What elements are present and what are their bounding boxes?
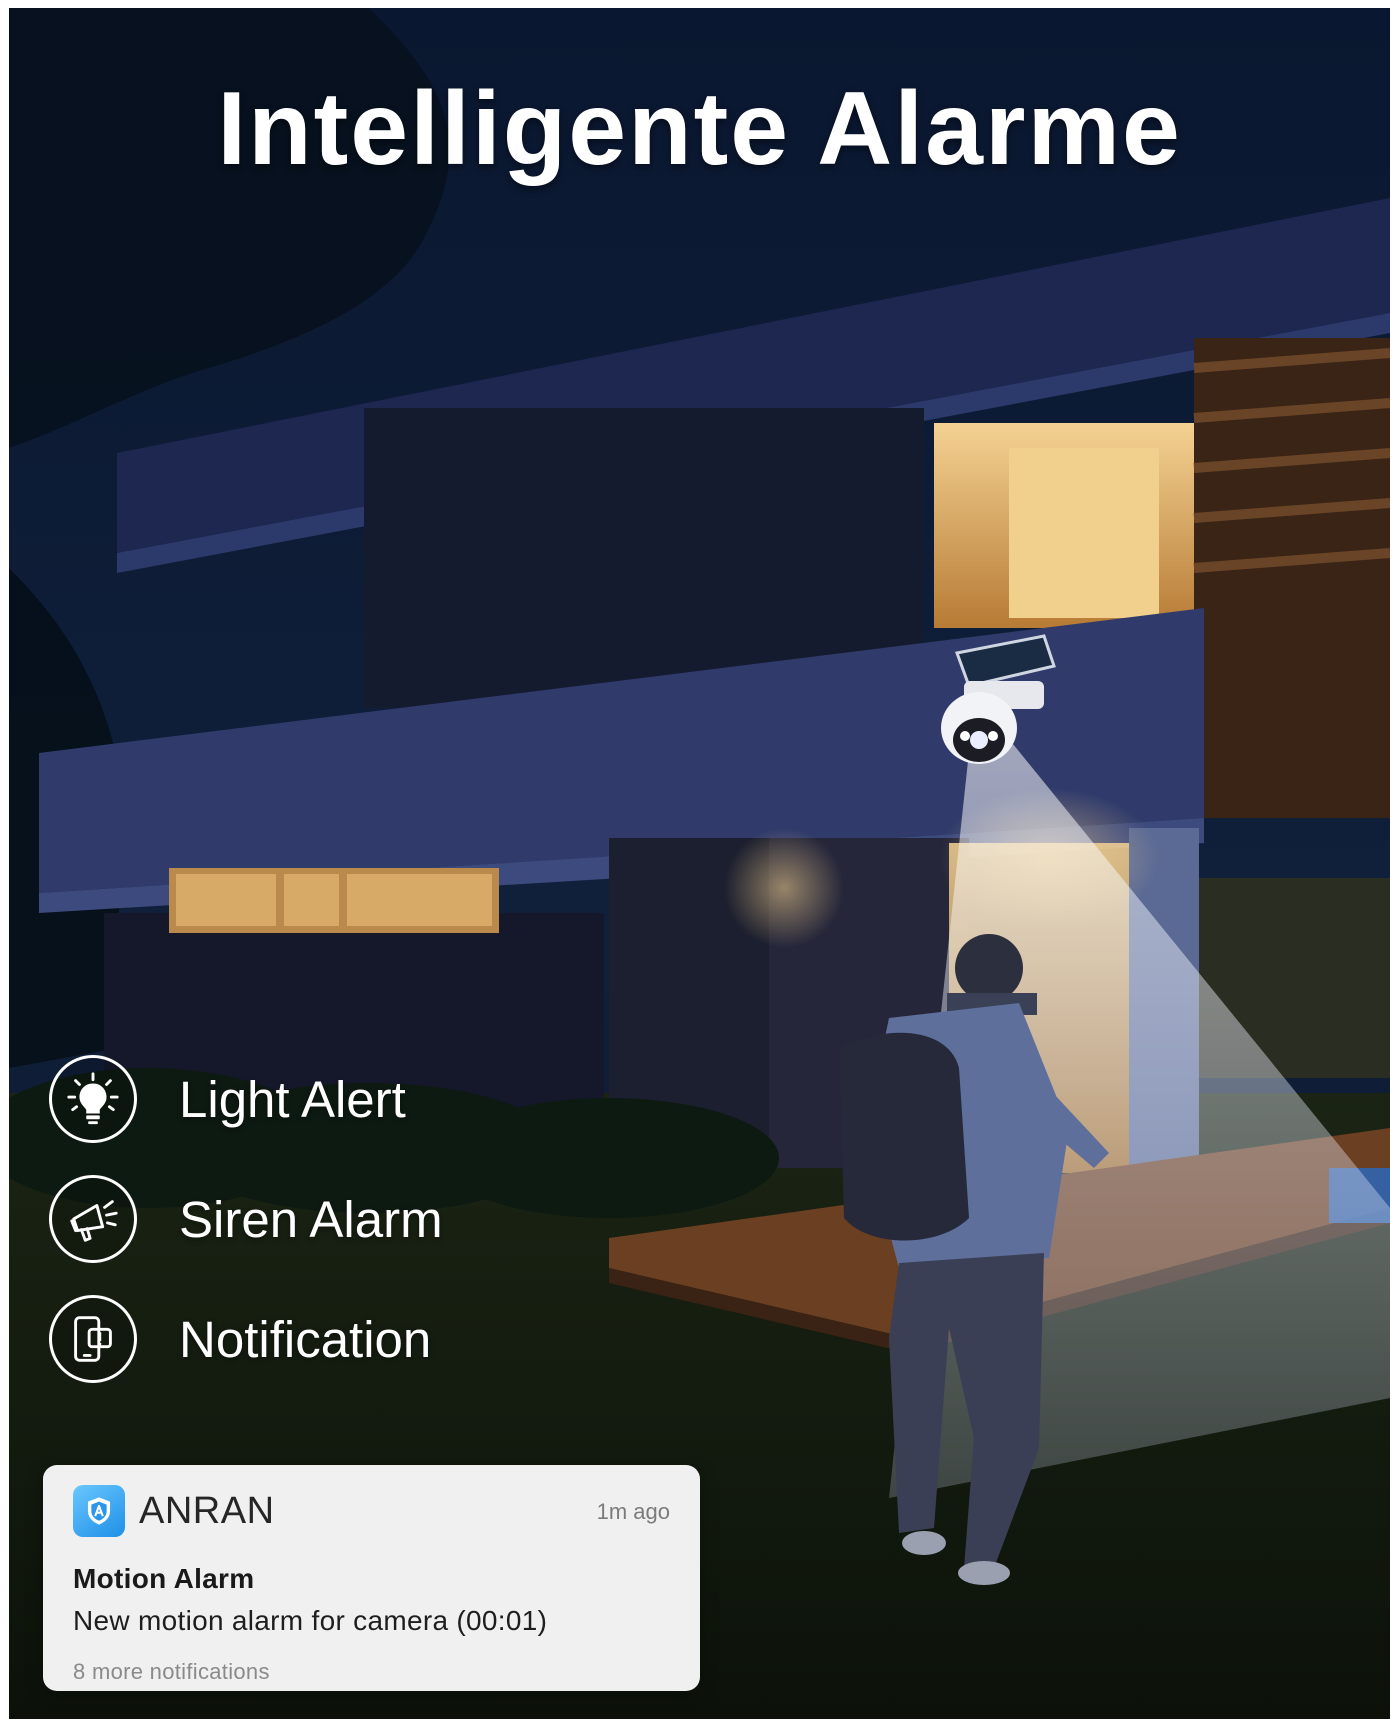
page-title: Intelligente Alarme	[217, 71, 1182, 187]
notification-message: New motion alarm for camera (00:01)	[73, 1605, 548, 1636]
light-bulb-icon	[49, 1055, 137, 1143]
app-name: ANRAN	[139, 1489, 275, 1532]
notification-time: 1m ago	[596, 1499, 670, 1524]
feature-siren-alarm: Siren Alarm	[49, 1172, 443, 1266]
feature-notification: Notification	[49, 1292, 443, 1386]
feature-list: Light Alert Siren Alarm Notification	[49, 1052, 443, 1412]
megaphone-icon	[49, 1175, 137, 1263]
notification-header: ANRAN 1m ago	[73, 1485, 670, 1537]
phone-alert-icon	[49, 1295, 137, 1383]
marketing-frame: Intelligente Alarme Light Alert Siren Al…	[9, 8, 1390, 1719]
feature-label: Siren Alarm	[179, 1190, 443, 1248]
feature-light-alert: Light Alert	[49, 1052, 443, 1146]
push-notification[interactable]: ANRAN 1m ago Motion Alarm New motion ala…	[43, 1465, 700, 1691]
more-notifications-link[interactable]: 8 more notifications	[73, 1659, 670, 1685]
night-house-scene	[9, 8, 1390, 1719]
feature-label: Light Alert	[179, 1070, 406, 1128]
anran-shield-logo	[73, 1485, 125, 1537]
feature-label: Notification	[179, 1310, 432, 1368]
notification-title: Motion Alarm	[73, 1563, 255, 1594]
